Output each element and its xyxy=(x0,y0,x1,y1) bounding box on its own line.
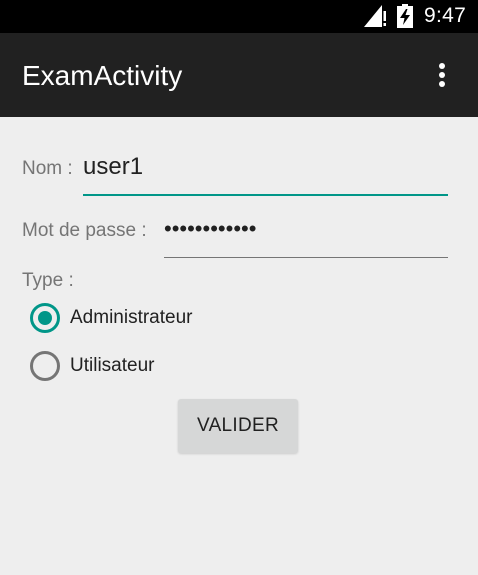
battery-charging-icon xyxy=(397,4,413,28)
nom-label: Nom : xyxy=(22,158,73,179)
nom-field[interactable]: user1 xyxy=(83,150,448,196)
app-title: ExamActivity xyxy=(22,60,183,91)
signal-icon xyxy=(364,5,386,27)
type-label: Type : xyxy=(22,270,74,291)
app-bar: ExamActivity xyxy=(0,33,478,117)
more-vert-icon[interactable] xyxy=(426,59,458,91)
radio-administrateur-label: Administrateur xyxy=(70,307,193,328)
password-field[interactable]: •••••••••••• xyxy=(164,212,448,258)
nom-value: user1 xyxy=(83,153,144,180)
password-value: •••••••••••• xyxy=(164,216,257,241)
password-underline xyxy=(164,257,448,258)
radio-unchecked-icon xyxy=(30,351,60,381)
valider-button[interactable]: VALIDER xyxy=(178,399,298,453)
clock: 9:47 xyxy=(424,4,467,27)
nom-underline xyxy=(83,194,448,196)
status-bar: 9:47 xyxy=(0,0,478,33)
radio-utilisateur-label: Utilisateur xyxy=(70,355,155,376)
radio-checked-icon xyxy=(30,303,60,333)
password-label: Mot de passe : xyxy=(22,220,147,241)
